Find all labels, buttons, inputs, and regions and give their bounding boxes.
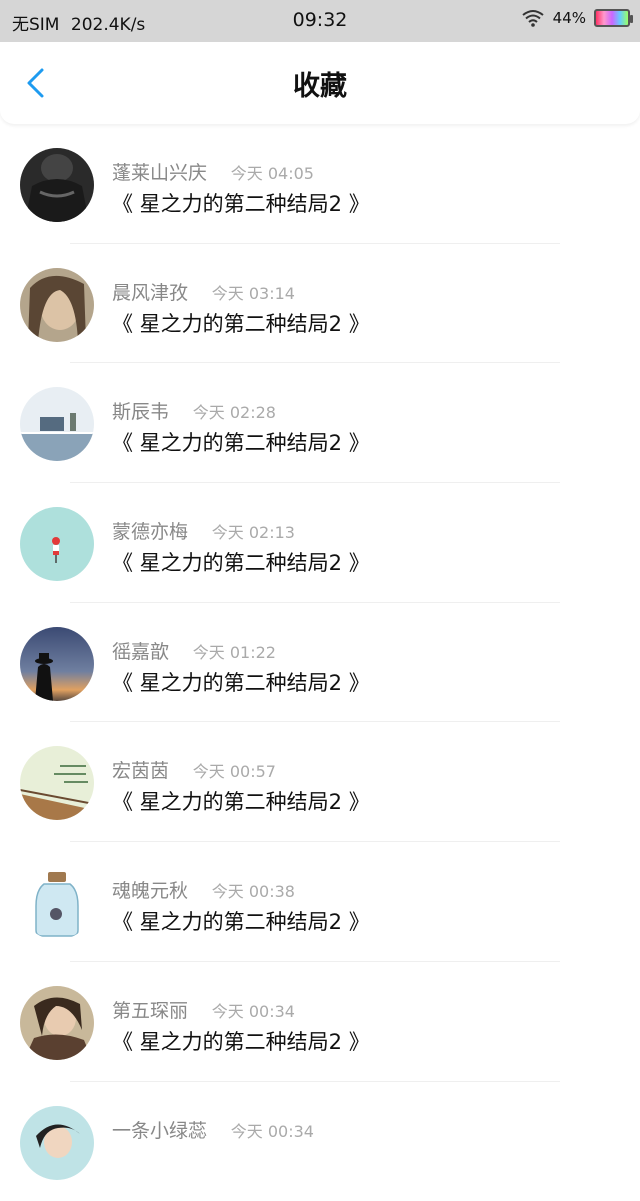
item-meta: 第五琛丽 今天 00:34 [112,996,295,1023]
timestamp: 今天 00:38 [212,882,295,901]
item-meta: 一条小绿蕊 今天 00:34 [112,1116,314,1143]
user-name[interactable]: 斯辰韦 [112,401,169,423]
timestamp: 今天 02:28 [193,403,276,422]
item-title[interactable]: 《 星之力的第二种结局2 》 [112,547,370,577]
timestamp: 今天 01:22 [193,643,276,662]
wifi-icon [521,9,545,27]
avatar[interactable] [20,507,94,581]
list-item[interactable]: 第五琛丽 今天 00:34 《 星之力的第二种结局2 》 [0,962,640,1082]
item-meta: 晨风津孜 今天 03:14 [112,278,295,305]
battery-icon [594,9,630,27]
avatar[interactable] [20,627,94,701]
user-name[interactable]: 蓬莱山兴庆 [112,162,207,184]
item-title[interactable]: 《 星之力的第二种结局2 》 [112,667,370,697]
list-item[interactable]: 蒙德亦梅 今天 02:13 《 星之力的第二种结局2 》 [0,483,640,603]
timestamp: 今天 03:14 [212,284,295,303]
timestamp: 今天 00:57 [193,762,276,781]
timestamp: 今天 02:13 [212,523,295,542]
item-title[interactable]: 《 星之力的第二种结局2 》 [112,427,370,457]
item-meta: 斯辰韦 今天 02:28 [112,397,276,424]
favorites-list: 蓬莱山兴庆 今天 04:05 《 星之力的第二种结局2 》 晨风津孜 今天 03… [0,124,640,1201]
item-meta: 蓬莱山兴庆 今天 04:05 [112,158,314,185]
list-item[interactable]: 徭嘉歆 今天 01:22 《 星之力的第二种结局2 》 [0,603,640,723]
user-name[interactable]: 徭嘉歆 [112,641,169,663]
avatar[interactable] [20,387,94,461]
avatar[interactable] [20,148,94,222]
item-meta: 徭嘉歆 今天 01:22 [112,637,276,664]
user-name[interactable]: 第五琛丽 [112,1000,188,1022]
item-meta: 宏茵茵 今天 00:57 [112,756,276,783]
item-title[interactable]: 《 星之力的第二种结局2 》 [112,1026,370,1056]
item-title[interactable]: 《 星之力的第二种结局2 》 [112,188,370,218]
page-title: 收藏 [0,64,640,103]
user-name[interactable]: 宏茵茵 [112,760,169,782]
avatar[interactable] [20,268,94,342]
status-bar: 无SIM 202.4K/s 09:32 44% [0,0,640,42]
list-item[interactable]: 晨风津孜 今天 03:14 《 星之力的第二种结局2 》 [0,244,640,364]
avatar[interactable] [20,866,94,940]
avatar[interactable] [20,1106,94,1180]
list-item[interactable]: 宏茵茵 今天 00:57 《 星之力的第二种结局2 》 [0,722,640,842]
user-name[interactable]: 一条小绿蕊 [112,1120,207,1142]
item-meta: 魂魄元秋 今天 00:38 [112,876,295,903]
list-item[interactable]: 魂魄元秋 今天 00:38 《 星之力的第二种结局2 》 [0,842,640,962]
user-name[interactable]: 蒙德亦梅 [112,521,188,543]
avatar[interactable] [20,746,94,820]
item-title[interactable]: 《 星之力的第二种结局2 》 [112,906,370,936]
list-item[interactable]: 蓬莱山兴庆 今天 04:05 《 星之力的第二种结局2 》 [0,124,640,244]
avatar[interactable] [20,986,94,1060]
timestamp: 今天 04:05 [231,164,314,183]
battery-percent: 44% [553,9,586,27]
top-nav: 收藏 [0,42,640,124]
item-title[interactable]: 《 星之力的第二种结局2 》 [112,308,370,338]
item-meta: 蒙德亦梅 今天 02:13 [112,517,295,544]
timestamp: 今天 00:34 [212,1002,295,1021]
list-item[interactable]: 斯辰韦 今天 02:28 《 星之力的第二种结局2 》 [0,363,640,483]
status-right: 44% [521,9,630,27]
user-name[interactable]: 晨风津孜 [112,282,188,304]
user-name[interactable]: 魂魄元秋 [112,880,188,902]
list-item[interactable]: 一条小绿蕊 今天 00:34 [0,1082,640,1201]
item-title[interactable]: 《 星之力的第二种结局2 》 [112,786,370,816]
